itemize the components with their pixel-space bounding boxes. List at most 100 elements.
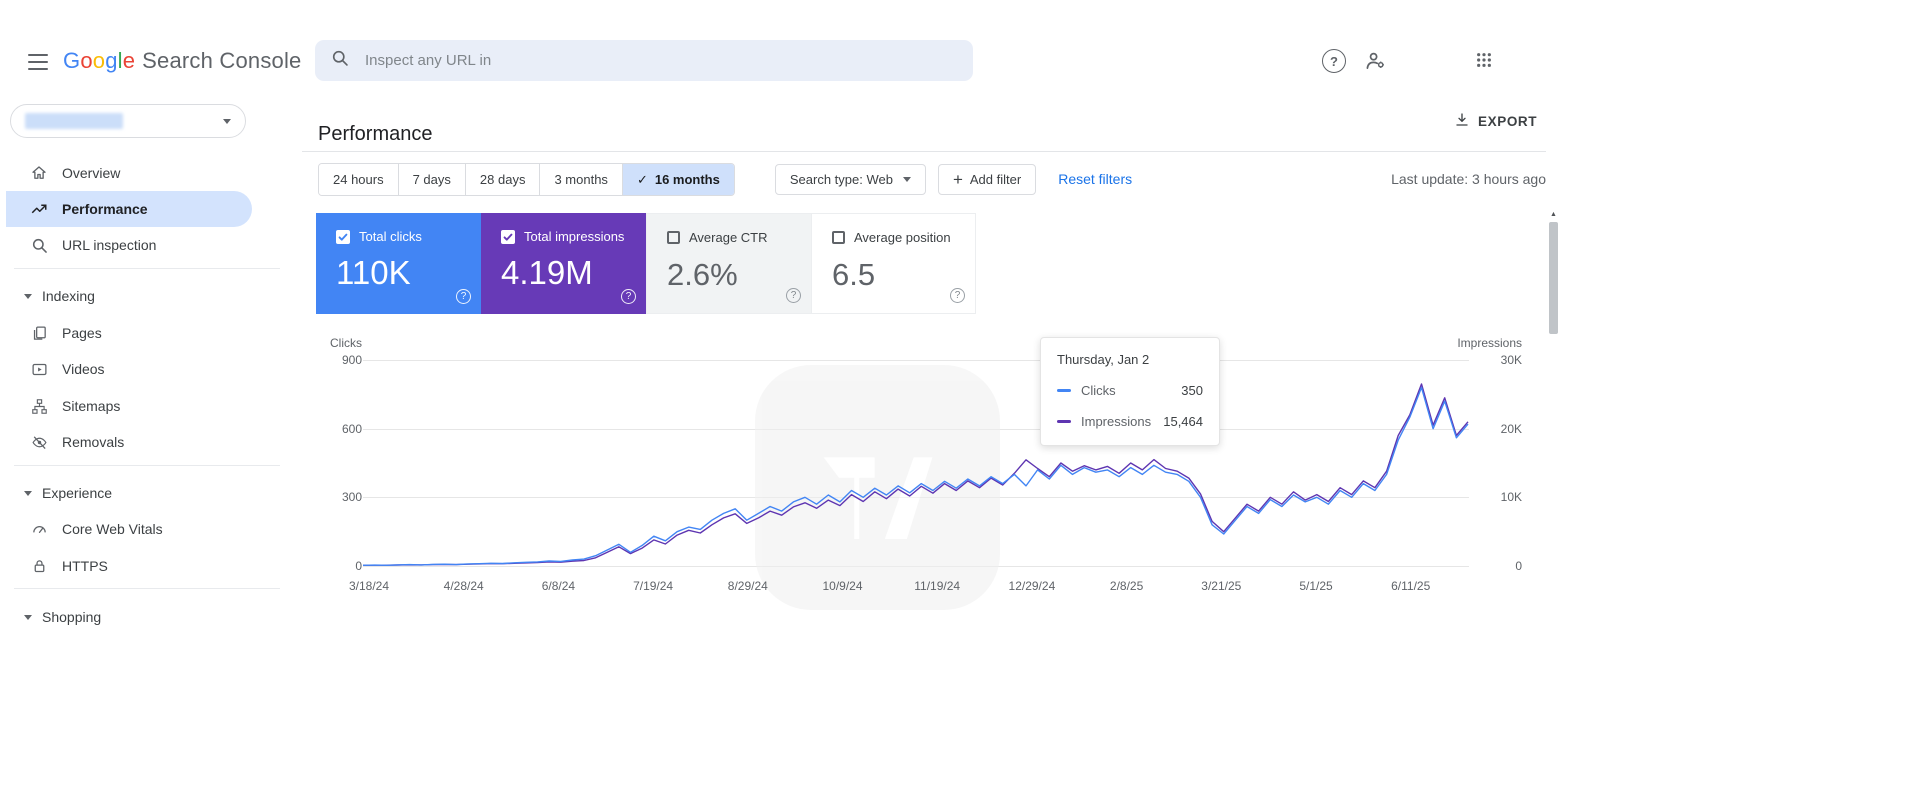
menu-icon[interactable]: [28, 54, 48, 70]
url-inspect-input[interactable]: [363, 51, 923, 70]
y-axis-tick-left: 900: [341, 353, 362, 367]
y-axis-tick-right: 0: [1515, 559, 1522, 573]
export-label: EXPORT: [1478, 114, 1538, 129]
last-update-text: Last update: 3 hours ago: [1391, 171, 1546, 187]
sidebar-item-label: Overview: [62, 165, 121, 181]
divider: [14, 465, 280, 466]
metric-card-total-impressions[interactable]: Total impressions 4.19M ?: [481, 213, 646, 314]
date-range-24-hours[interactable]: 24 hours: [319, 163, 398, 195]
y-axis-tick-right: 30K: [1500, 353, 1522, 367]
date-range-16-months[interactable]: ✓ 16 months: [621, 163, 734, 195]
help-icon[interactable]: ?: [786, 288, 801, 303]
sidebar-section-shopping[interactable]: Shopping: [6, 599, 252, 635]
x-axis-label: 3/21/25: [1201, 579, 1242, 593]
checkbox-checked-icon[interactable]: [336, 229, 350, 244]
metric-value: 110K: [336, 254, 411, 291]
sidebar-section-label: Shopping: [42, 609, 102, 625]
metric-label: Total impressions: [524, 229, 625, 244]
metric-card-total-clicks[interactable]: Total clicks 110K ?: [316, 213, 481, 314]
sidebar-item-core-web-vitals[interactable]: Core Web Vitals: [6, 511, 252, 547]
reset-filters-link[interactable]: Reset filters: [1058, 171, 1132, 187]
search-type-dropdown[interactable]: Search type: Web: [774, 163, 926, 195]
export-button[interactable]: EXPORT: [1454, 112, 1537, 131]
trending-up-icon: [30, 200, 48, 218]
sidebar-item-label: HTTPS: [62, 558, 108, 574]
url-inspect-searchbar[interactable]: [315, 40, 973, 81]
tooltip-value: 15,464: [1163, 414, 1203, 429]
x-axis-label: 12/29/24: [1008, 579, 1056, 593]
date-range-group: 24 hours 7 days 28 days 3 months ✓ 16 mo…: [318, 162, 735, 196]
sidebar-section-experience[interactable]: Experience: [6, 475, 252, 511]
check-icon: ✓: [636, 171, 648, 187]
date-range-7-days[interactable]: 7 days: [397, 163, 465, 195]
eye-off-icon: [30, 433, 48, 451]
sidebar-item-https[interactable]: HTTPS: [6, 548, 252, 584]
y-axis-tick-right: 20K: [1500, 422, 1522, 436]
left-axis-title: Clicks: [330, 336, 362, 350]
y-axis-tick-left: 300: [341, 490, 362, 504]
sidebar-section-label: Experience: [42, 485, 113, 501]
home-icon: [30, 164, 48, 182]
x-axis-label: 6/11/25: [1391, 579, 1431, 593]
google-search-console-logo[interactable]: Google Search Console: [63, 48, 302, 74]
tooltip-label: Clicks: [1081, 383, 1116, 398]
impressions-series-swatch: [1057, 420, 1071, 423]
help-icon[interactable]: ?: [456, 289, 471, 304]
x-axis-labels: 3/18/24 4/28/24 6/8/24 7/19/24 8/29/24 10/9/2…: [349, 579, 1473, 595]
help-icon[interactable]: ?: [1322, 49, 1346, 73]
sitemap-icon: [30, 397, 48, 415]
performance-line-chart[interactable]: [363, 359, 1469, 568]
property-selector[interactable]: [10, 104, 246, 138]
lock-icon: [30, 557, 48, 575]
filter-bar: 24 hours 7 days 28 days 3 months ✓ 16 mo…: [318, 162, 1132, 196]
chevron-down-icon: [24, 293, 32, 299]
apps-grid-icon[interactable]: [1476, 52, 1492, 71]
x-axis-label: 2/8/25: [1109, 579, 1144, 593]
tooltip-date: Thursday, Jan 2: [1057, 352, 1150, 367]
account-settings-icon[interactable]: [1364, 50, 1387, 74]
page-title: Performance: [318, 123, 433, 146]
sidebar-item-removals[interactable]: Removals: [6, 424, 252, 460]
logo-suffix: Search Console: [142, 48, 302, 73]
date-range-label: 16 months: [654, 171, 720, 187]
metric-card-average-ctr[interactable]: Average CTR 2.6% ?: [646, 213, 811, 314]
logo-letter: o: [92, 48, 106, 73]
plus-icon: +: [952, 169, 963, 189]
sidebar-item-label: Pages: [62, 325, 102, 341]
chevron-down-icon: [24, 614, 32, 620]
metric-label: Average CTR: [689, 230, 768, 245]
checkbox-unchecked-icon[interactable]: [832, 231, 845, 244]
checkbox-unchecked-icon[interactable]: [667, 231, 680, 244]
y-axis-tick-left: 600: [341, 422, 362, 436]
sidebar-item-label: Sitemaps: [62, 398, 121, 414]
metric-card-average-position[interactable]: Average position 6.5 ?: [811, 213, 976, 314]
x-axis-label: 7/19/24: [633, 579, 674, 593]
date-range-3-months[interactable]: 3 months: [539, 163, 622, 195]
date-range-28-days[interactable]: 28 days: [464, 163, 540, 195]
scroll-up-icon[interactable]: ▲: [1549, 210, 1558, 220]
scrollbar-thumb[interactable]: [1549, 222, 1558, 334]
metric-cards: Total clicks 110K ? Total impressions 4.…: [316, 213, 976, 314]
property-name-redacted: [25, 113, 123, 129]
tooltip-row-clicks: Clicks 350: [1057, 383, 1203, 398]
logo-letter: o: [80, 48, 93, 73]
add-filter-label: Add filter: [969, 171, 1022, 187]
sidebar-item-performance[interactable]: Performance: [6, 191, 252, 227]
add-filter-button[interactable]: + Add filter: [937, 163, 1037, 195]
sidebar-section-indexing[interactable]: Indexing: [6, 278, 252, 314]
metric-label: Average position: [854, 230, 951, 245]
sidebar-item-sitemaps[interactable]: Sitemaps: [6, 388, 252, 424]
checkbox-checked-icon[interactable]: [501, 229, 515, 244]
sidebar-item-overview[interactable]: Overview: [6, 155, 252, 191]
sidebar-item-pages[interactable]: Pages: [6, 315, 252, 351]
y-axis-tick-right: 10K: [1500, 490, 1522, 504]
help-icon[interactable]: ?: [621, 289, 636, 304]
help-icon[interactable]: ?: [950, 288, 965, 303]
sidebar-item-videos[interactable]: Videos: [6, 351, 252, 387]
sidebar-item-label: Core Web Vitals: [62, 521, 163, 537]
sidebar-item-url-inspection[interactable]: URL inspection: [6, 227, 252, 263]
sidebar-item-label: Videos: [62, 361, 105, 377]
right-axis-title: Impressions: [1457, 336, 1522, 350]
x-axis-label: 5/1/25: [1299, 579, 1333, 593]
speedometer-icon: [30, 520, 48, 538]
